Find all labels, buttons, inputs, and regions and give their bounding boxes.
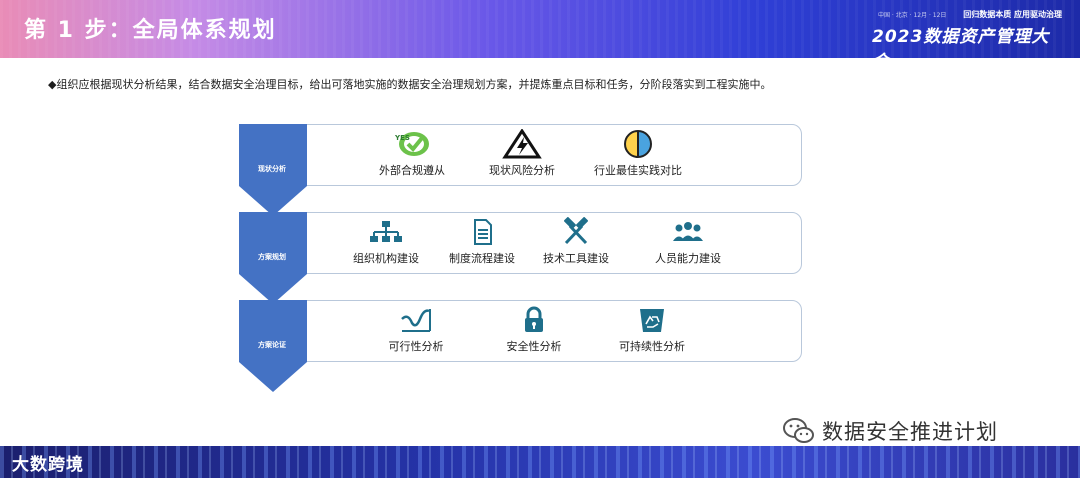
item-security: 安全性分析 (474, 305, 594, 354)
recycle-bin-icon (640, 309, 664, 332)
half-circle-icon (624, 130, 652, 158)
wechat-icon (783, 418, 814, 443)
item-best-practice: 行业最佳实践对比 (578, 129, 698, 178)
stage-card: YES 外部合规遵从 现状风险分析 行业最佳实践对比 (297, 124, 802, 186)
org-chart-icon (370, 221, 402, 242)
lock-icon (525, 306, 543, 332)
item-label: 可行性分析 (388, 340, 444, 353)
item-label: 现状风险分析 (489, 164, 555, 177)
event-brand: 中国 · 北京 · 12月 · 12日 回归数据本质 应用驱动治理 2023数据… (872, 8, 1062, 58)
event-name: 2023数据资产管理大会 (872, 27, 1050, 58)
footer-logo: 大数跨境 (12, 455, 84, 475)
document-icon (474, 219, 492, 245)
footer-texture (0, 446, 1080, 478)
stage-label: 方案论证 (258, 341, 286, 349)
item-feasibility: 可行性分析 (356, 305, 476, 354)
event-date-text: 中国 · 北京 · 12月 · 12日 (878, 12, 947, 19)
stage-label: 方案规划 (258, 253, 286, 261)
footer-band: 大数跨境 (0, 446, 1080, 478)
item-label: 可持续性分析 (619, 340, 685, 353)
header-banner: 第 1 步：全局体系规划 中国 · 北京 · 12月 · 12日 回归数据本质 … (0, 0, 1080, 58)
item-label: 技术工具建设 (543, 252, 609, 265)
stage-label: 现状分析 (258, 165, 286, 173)
warning-icon (502, 129, 542, 159)
svg-text:YES: YES (394, 134, 410, 142)
people-icon (673, 222, 703, 241)
stage-card: 组织机构建设 制度流程建设 技术工具建设 人员能力建设 (297, 212, 802, 274)
item-sustainability: 可持续性分析 (592, 305, 712, 354)
wechat-watermark: 数据安全推进计划 (782, 416, 998, 446)
item-compliance: YES 外部合规遵从 (352, 129, 472, 178)
item-people: 人员能力建设 (628, 217, 748, 266)
watermark-text: 数据安全推进计划 (822, 420, 998, 444)
item-label: 行业最佳实践对比 (594, 164, 682, 177)
item-label: 外部合规遵从 (379, 164, 445, 177)
yes-check-icon: YES (394, 132, 429, 156)
trend-chart-icon (401, 309, 431, 332)
intro-text: ◆组织应根据现状分析结果，结合数据安全治理目标，给出可落地实施的数据安全治理规划… (48, 78, 772, 91)
item-risk-analysis: 现状风险分析 (462, 129, 582, 178)
page-title: 第 1 步：全局体系规划 (24, 18, 277, 43)
item-label: 安全性分析 (506, 340, 562, 353)
tools-icon (564, 217, 588, 245)
event-slogan: 回归数据本质 应用驱动治理 (963, 10, 1062, 19)
item-label: 人员能力建设 (655, 252, 721, 265)
item-tools: 技术工具建设 (516, 217, 636, 266)
stage-card: 可行性分析 安全性分析 可持续性分析 (297, 300, 802, 362)
